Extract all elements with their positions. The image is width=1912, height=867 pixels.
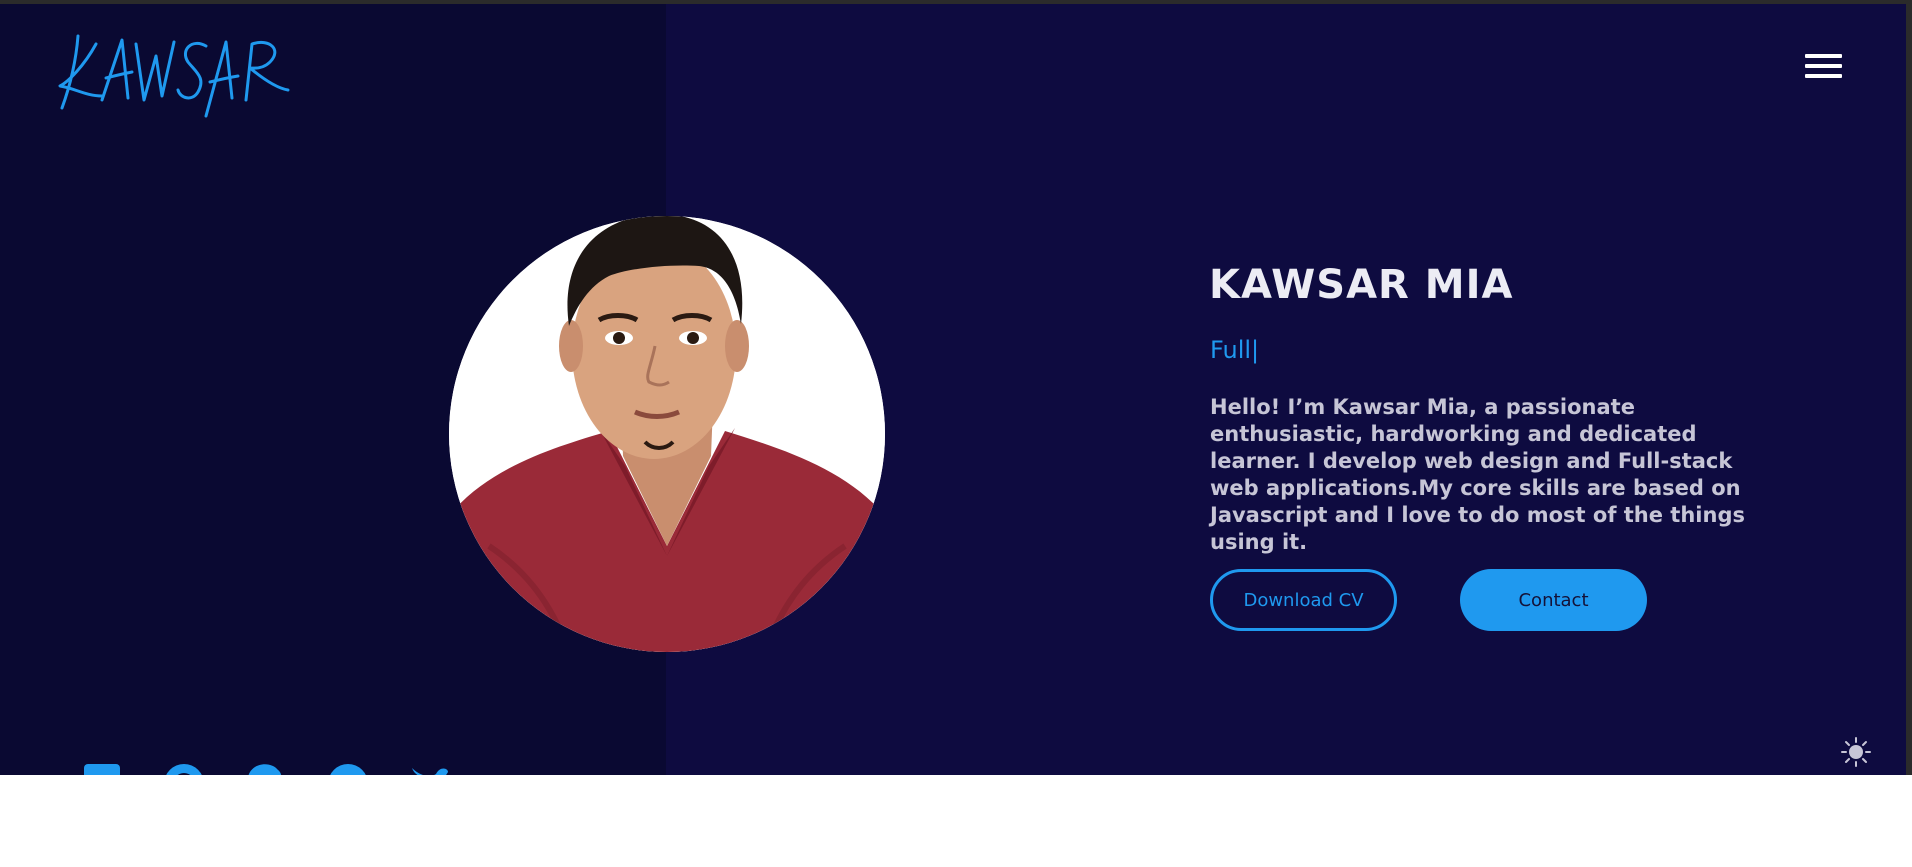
logo[interactable]: [56, 26, 296, 126]
hero-name: KAWSAR MIA: [1209, 262, 1514, 308]
typed-role-text: Full|: [1210, 336, 1260, 364]
hamburger-menu-icon[interactable]: [1800, 50, 1846, 84]
profile-photo: [449, 216, 885, 652]
contact-button[interactable]: Contact: [1460, 569, 1647, 631]
logo-signature-icon: [58, 34, 290, 118]
below-fold-area: [0, 775, 1912, 867]
download-cv-button[interactable]: Download CV: [1210, 569, 1397, 631]
hero-bio: Hello! I’m Kawsar Mia, a passionate enth…: [1210, 395, 1745, 554]
scrollbar-track[interactable]: [1906, 4, 1912, 775]
sun-icon[interactable]: [1840, 736, 1872, 768]
